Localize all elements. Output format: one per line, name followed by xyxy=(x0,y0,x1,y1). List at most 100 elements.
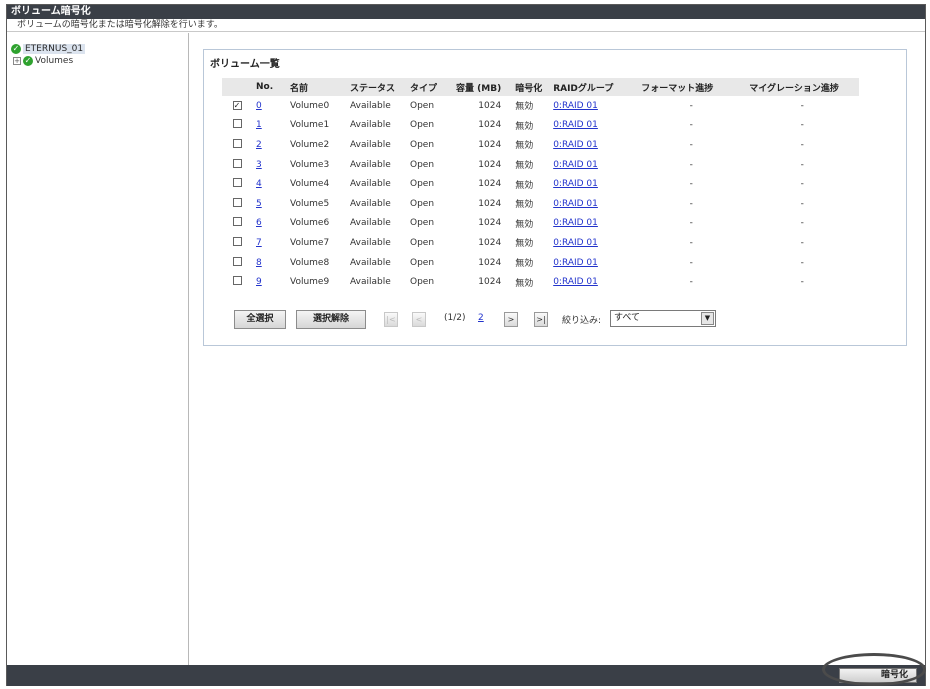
volume-number-link[interactable]: 6 xyxy=(256,218,262,228)
column-header-no[interactable]: No. xyxy=(252,78,286,96)
column-header-migration[interactable]: マイグレーション進捗 xyxy=(745,78,860,96)
column-header-format[interactable]: フォーマット進捗 xyxy=(637,78,746,96)
volume-encryption-cell: 無効 xyxy=(515,278,534,289)
column-header-type[interactable]: タイプ xyxy=(406,78,452,96)
volume-status-cell: Available xyxy=(346,96,406,116)
volume-number-link[interactable]: 2 xyxy=(256,140,262,150)
migration-progress-cell: - xyxy=(800,237,804,248)
first-page-button[interactable]: |< xyxy=(384,312,398,327)
row-checkbox[interactable]: ✓ xyxy=(232,100,242,110)
volume-encryption-cell: 無効 xyxy=(511,155,549,175)
raid-group-link[interactable]: 0:RAID 01 xyxy=(553,258,598,268)
migration-progress-cell: - xyxy=(745,272,859,292)
prev-page-button[interactable]: < xyxy=(412,312,426,327)
volume-encryption-cell: 無効 xyxy=(515,219,534,230)
raid-group-link[interactable]: 0:RAID 01 xyxy=(553,199,598,209)
row-select-cell xyxy=(222,214,252,234)
page-description: ボリュームの暗号化または暗号化解除を行います。 xyxy=(7,19,925,32)
row-checkbox[interactable] xyxy=(232,197,242,207)
volume-number-link[interactable]: 3 xyxy=(256,160,262,170)
filter-select[interactable]: すべて ▼ xyxy=(610,310,716,327)
migration-progress-cell: - xyxy=(800,257,804,268)
tree-node-storage[interactable]: ✓ ETERNUS_01 xyxy=(11,43,86,55)
row-checkbox[interactable] xyxy=(232,138,242,148)
format-progress-cell: - xyxy=(689,159,693,170)
raid-group-link[interactable]: 0:RAID 01 xyxy=(553,277,598,287)
raid-group-link[interactable]: 0:RAID 01 xyxy=(553,120,598,130)
volume-capacity-cell: 1024 xyxy=(478,159,502,170)
row-checkbox[interactable] xyxy=(232,256,242,266)
raid-group-link[interactable]: 0:RAID 01 xyxy=(553,160,598,170)
row-select-cell xyxy=(222,233,252,253)
app-window: ボリューム暗号化 ボリュームの暗号化または暗号化解除を行います。 ✓ ETERN… xyxy=(6,4,926,686)
table-row: 5 Volume5 Available Open 1024 無効 0:RAID 01 - - xyxy=(222,194,859,214)
format-progress-cell: - xyxy=(689,277,693,288)
volume-number-link[interactable]: 5 xyxy=(256,199,262,209)
volume-capacity-cell: 1024 xyxy=(452,135,511,155)
volume-type-cell: Open xyxy=(406,116,452,136)
page-title: ボリューム暗号化 xyxy=(7,5,925,19)
volume-number-link[interactable]: 9 xyxy=(256,277,262,287)
format-progress-cell: - xyxy=(637,96,745,116)
raid-group-link[interactable]: 0:RAID 01 xyxy=(553,238,598,248)
format-progress-cell: - xyxy=(689,257,693,268)
deselect-all-button[interactable]: 選択解除 xyxy=(296,310,366,329)
row-checkbox[interactable] xyxy=(232,119,242,129)
column-header-capacity[interactable]: 容量 (MB) xyxy=(452,78,512,96)
volume-number-link[interactable]: 7 xyxy=(256,238,262,248)
table-row: 9 Volume9 Available Open 1024 無効 0:RAID 01 - - xyxy=(222,272,859,292)
page-2-link[interactable]: 2 xyxy=(478,313,484,323)
last-page-button[interactable]: >| xyxy=(534,312,548,327)
volume-name-cell: Volume3 xyxy=(286,155,346,175)
volume-capacity-cell: 1024 xyxy=(478,179,502,190)
volume-number-link[interactable]: 8 xyxy=(256,258,262,268)
tree-node-storage-label[interactable]: ETERNUS_01 xyxy=(23,44,86,54)
select-all-button[interactable]: 全選択 xyxy=(234,310,286,329)
row-checkbox[interactable] xyxy=(232,158,242,168)
next-page-button[interactable]: > xyxy=(504,312,518,327)
raid-group-link[interactable]: 0:RAID 01 xyxy=(553,101,598,111)
row-checkbox[interactable] xyxy=(232,236,242,246)
raid-group-link[interactable]: 0:RAID 01 xyxy=(553,140,598,150)
row-checkbox[interactable] xyxy=(232,217,242,227)
volume-capacity-cell: 1024 xyxy=(478,100,502,111)
volume-status-cell: Available xyxy=(350,179,391,190)
volume-name-cell: Volume5 xyxy=(286,194,346,214)
volume-number-link[interactable]: 0 xyxy=(256,101,262,111)
column-header-status[interactable]: ステータス xyxy=(346,78,406,96)
volume-status-cell: Available xyxy=(346,174,406,194)
volume-number-link[interactable]: 4 xyxy=(256,179,262,189)
volume-name-cell: Volume9 xyxy=(290,277,330,288)
volume-type-cell: Open xyxy=(406,214,452,234)
expand-icon[interactable]: + xyxy=(13,57,21,65)
column-header-raid[interactable]: RAIDグループ xyxy=(549,78,638,96)
volume-encryption-cell: 無効 xyxy=(515,141,534,152)
volume-name-cell: Volume1 xyxy=(290,120,330,131)
raid-group-link[interactable]: 0:RAID 01 xyxy=(553,218,598,228)
column-header-encryption[interactable]: 暗号化 xyxy=(511,78,550,96)
chevron-down-icon[interactable]: ▼ xyxy=(701,312,714,325)
raid-group-link[interactable]: 0:RAID 01 xyxy=(553,179,598,189)
volume-capacity-cell: 1024 xyxy=(452,155,511,175)
format-progress-cell: - xyxy=(689,139,693,150)
volume-number-cell: 6 xyxy=(252,214,286,234)
tree-node-volumes[interactable]: + ✓ Volumes xyxy=(13,55,73,67)
volume-type-cell: Open xyxy=(410,139,435,150)
migration-progress-cell: - xyxy=(745,96,859,116)
row-checkbox[interactable] xyxy=(232,178,242,188)
volume-name-cell: Volume2 xyxy=(290,139,330,150)
raid-group-cell: 0:RAID 01 xyxy=(549,233,637,253)
volume-capacity-cell: 1024 xyxy=(452,233,511,253)
row-checkbox[interactable] xyxy=(232,276,242,286)
format-progress-cell: - xyxy=(689,100,693,111)
tree-node-volumes-label[interactable]: Volumes xyxy=(35,56,73,66)
filter-select-value: すべて xyxy=(614,313,641,323)
volume-type-cell: Open xyxy=(406,174,452,194)
volume-encryption-cell: 無効 xyxy=(511,214,549,234)
volume-type-cell: Open xyxy=(406,135,452,155)
volume-capacity-cell: 1024 xyxy=(452,194,511,214)
volume-number-cell: 8 xyxy=(252,253,286,273)
volume-encryption-cell: 無効 xyxy=(511,96,549,116)
volume-number-link[interactable]: 1 xyxy=(256,120,262,130)
column-header-name[interactable]: 名前 xyxy=(286,78,346,96)
